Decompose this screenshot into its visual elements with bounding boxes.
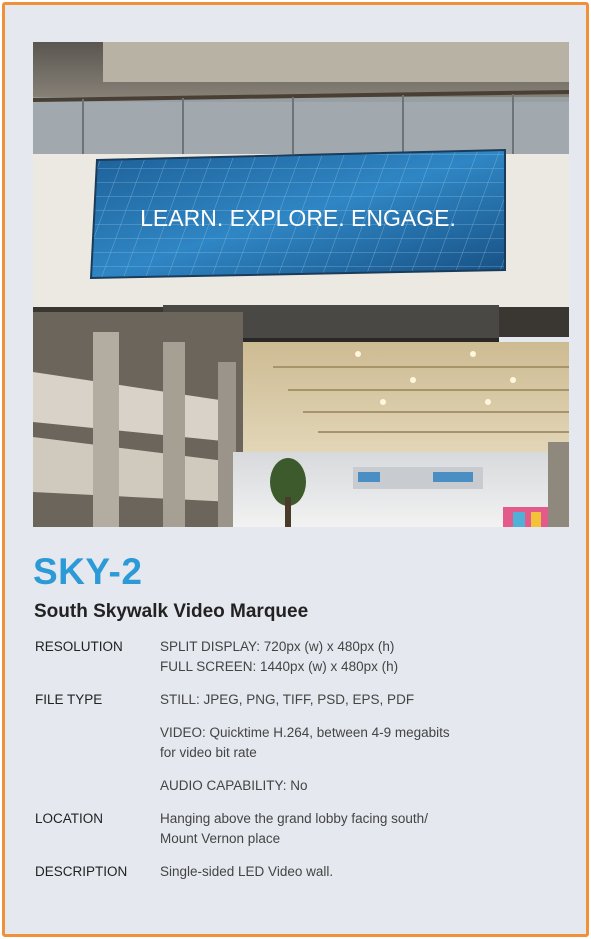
sign-title: South Skywalk Video Marquee xyxy=(34,601,309,622)
spec-values-location: Hanging above the grand lobby facing sou… xyxy=(160,809,565,849)
spec-values-resolution: SPLIT DISPLAY: 720px (w) x 480px (h) FUL… xyxy=(160,637,565,677)
file-type-video: VIDEO: Quicktime H.264, between 4-9 mega… xyxy=(160,723,565,763)
spec-row-resolution: RESOLUTION SPLIT DISPLAY: 720px (w) x 48… xyxy=(35,637,565,677)
spec-card: LEARN. EXPLORE. ENGAGE. SKY-2 South Skyw… xyxy=(2,2,589,937)
spec-row-file-type: FILE TYPE STILL: JPEG, PNG, TIFF, PSD, E… xyxy=(35,690,565,796)
file-type-video-line: VIDEO: Quicktime H.264, between 4-9 mega… xyxy=(160,725,450,740)
location-line: Mount Vernon place xyxy=(160,831,281,846)
spec-label-resolution: RESOLUTION xyxy=(35,639,123,654)
venue-photo: LEARN. EXPLORE. ENGAGE. xyxy=(33,42,569,527)
spec-row-location: LOCATION Hanging above the grand lobby f… xyxy=(35,809,565,849)
spec-label-file-type: FILE TYPE xyxy=(35,692,103,707)
screen-text: LEARN. EXPLORE. ENGAGE. xyxy=(140,205,456,231)
file-type-still: STILL: JPEG, PNG, TIFF, PSD, EPS, PDF xyxy=(160,692,415,707)
location-line: Hanging above the grand lobby facing sou… xyxy=(160,811,428,826)
resolution-split-display: SPLIT DISPLAY: 720px (w) x 480px (h) xyxy=(160,639,395,654)
spec-row-description: DESCRIPTION Single-sided LED Video wall. xyxy=(35,862,565,882)
led-screen: LEARN. EXPLORE. ENGAGE. xyxy=(89,148,506,280)
spec-values-file-type: STILL: JPEG, PNG, TIFF, PSD, EPS, PDF VI… xyxy=(160,690,565,796)
spec-table: RESOLUTION SPLIT DISPLAY: 720px (w) x 48… xyxy=(35,637,565,895)
spec-values-description: Single-sided LED Video wall. xyxy=(160,864,334,879)
file-type-video-line: for video bit rate xyxy=(160,745,257,760)
file-type-audio: AUDIO CAPABILITY: No xyxy=(160,778,308,793)
resolution-full-screen: FULL SCREEN: 1440px (w) x 480px (h) xyxy=(160,659,399,674)
sign-code: SKY-2 xyxy=(33,551,143,592)
spec-label-location: LOCATION xyxy=(35,811,104,826)
spec-label-description: DESCRIPTION xyxy=(35,864,128,879)
lobby-photo-illustration: LEARN. EXPLORE. ENGAGE. xyxy=(33,42,569,527)
